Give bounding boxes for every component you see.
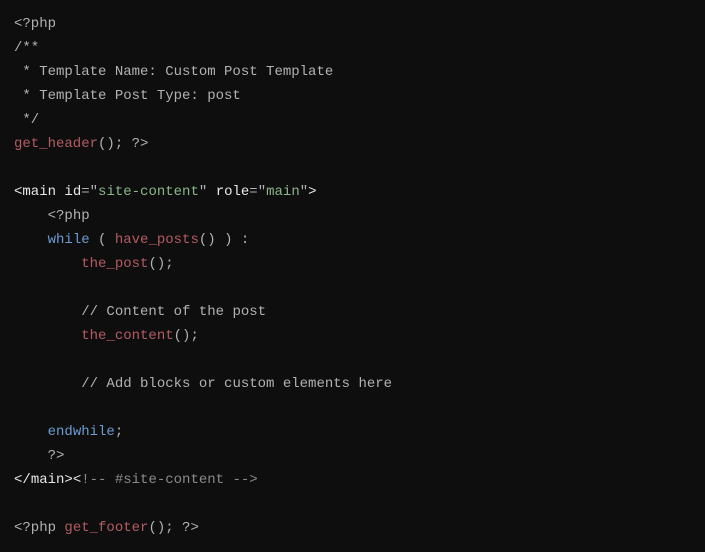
code-line: endwhile; (14, 424, 123, 440)
keyword: endwhile (48, 424, 115, 440)
fn-call: get_footer (64, 520, 148, 536)
php-open-tag: <?php (14, 520, 64, 536)
code-line: <?php (14, 208, 90, 224)
comment: */ (14, 112, 39, 128)
tag-name: main (31, 472, 65, 488)
tag-name: main (22, 184, 56, 200)
code-editor[interactable]: <?php /** * Template Name: Custom Post T… (0, 0, 705, 552)
comment: /** (14, 40, 39, 56)
attr-value: site-content (98, 184, 199, 200)
code-line: </main><!-- #site-content --> (14, 472, 258, 488)
fn-call: the_post (81, 256, 148, 272)
php-close-tag: ?> (48, 448, 65, 464)
code-line: the_post(); (14, 256, 174, 272)
code-line: // Content of the post (14, 304, 266, 320)
comment: * Template Name: Custom Post Template (14, 64, 333, 80)
code-line: * Template Name: Custom Post Template (14, 64, 333, 80)
code-line: // Add blocks or custom elements here (14, 376, 392, 392)
fn-call: get_header (14, 136, 98, 152)
code-line: * Template Post Type: post (14, 88, 241, 104)
code-line: ?> (14, 448, 64, 464)
php-open-tag: <?php (48, 208, 90, 224)
code-line: <?php (14, 16, 56, 32)
code-line: the_content(); (14, 328, 199, 344)
comment: !-- #site-content --> (81, 472, 257, 488)
comment: // Add blocks or custom elements here (81, 376, 392, 392)
code-line: <?php get_footer(); ?> (14, 520, 199, 536)
fn-call: have_posts (115, 232, 199, 248)
code-line: */ (14, 112, 39, 128)
comment: * Template Post Type: post (14, 88, 241, 104)
attr-value: main (266, 184, 300, 200)
attr-name: role (216, 184, 250, 200)
php-open-tag: <?php (14, 16, 56, 32)
comment: // Content of the post (81, 304, 266, 320)
code-line: while ( have_posts() ) : (14, 232, 249, 248)
fn-call: the_content (81, 328, 173, 344)
code-line: get_header(); ?> (14, 136, 148, 152)
code-line: <main id="site-content" role="main"> (14, 184, 317, 200)
attr-name: id (64, 184, 81, 200)
keyword: while (48, 232, 90, 248)
code-line: /** (14, 40, 39, 56)
